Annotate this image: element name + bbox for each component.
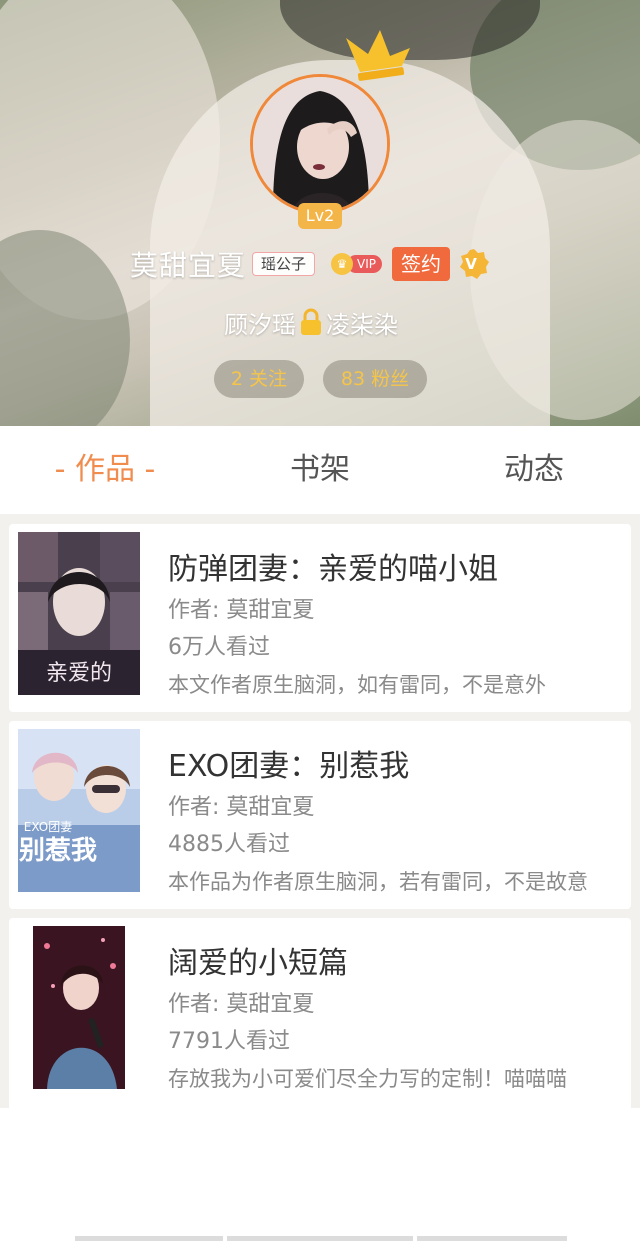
bottom-nav-segment[interactable] — [417, 1236, 567, 1241]
lock-icon — [301, 308, 321, 335]
book-cover-image: EXO团妻 别惹我 — [18, 729, 140, 892]
crown-icon — [346, 30, 410, 81]
book-views: 6万人看过 — [168, 635, 270, 660]
tab-works[interactable]: - 作品 - — [40, 450, 170, 490]
couple-right-name: 凌柒染 — [326, 310, 398, 339]
book-cover[interactable]: 亲爱的 — [18, 532, 140, 695]
svg-text:别惹我: 别惹我 — [18, 836, 97, 866]
avatar-image — [253, 77, 387, 211]
verified-v-icon[interactable]: V — [458, 248, 490, 280]
book-title: 防弹团妻：亲爱的喵小姐 — [168, 552, 498, 587]
fans-count-button[interactable]: 83 粉丝 — [323, 360, 427, 398]
book-title: EXO团妻：别惹我 — [168, 749, 410, 784]
list-item[interactable]: 阔爱的小短篇 作者: 莫甜宜夏 7791人看过 存放我为小可爱们尽全力写的定制！… — [9, 918, 631, 1108]
signed-badge[interactable]: 签约 — [392, 247, 451, 281]
book-cover[interactable]: EXO团妻 别惹我 — [18, 729, 140, 892]
svg-text:EXO团妻: EXO团妻 — [24, 820, 72, 834]
tab-bookshelf[interactable]: 书架 — [270, 450, 370, 490]
book-author: 作者: 莫甜宜夏 — [168, 992, 315, 1017]
following-count-button[interactable]: 2 关注 — [214, 360, 304, 398]
book-cover[interactable] — [33, 926, 125, 1089]
book-author: 作者: 莫甜宜夏 — [168, 598, 315, 623]
vip-badge[interactable]: ♛ VIP — [331, 253, 383, 275]
user-name: 莫甜宜夏 — [130, 249, 247, 282]
book-description: 存放我为小可爱们尽全力写的定制！喵喵喵 — [168, 1067, 567, 1091]
book-description: 本文作者原生脑洞，如有雷同，不是意外 — [168, 673, 546, 697]
book-views: 7791人看过 — [168, 1029, 290, 1054]
works-list: 亲爱的 防弹团妻：亲爱的喵小姐 作者: 莫甜宜夏 6万人看过 本文作者原生脑洞，… — [0, 514, 640, 1108]
bottom-nav-segment[interactable] — [75, 1236, 223, 1241]
level-badge: Lv2 — [298, 203, 342, 229]
vip-crown-icon: ♛ — [331, 253, 354, 275]
book-views: 4885人看过 — [168, 832, 290, 857]
svg-text:亲爱的: 亲爱的 — [46, 661, 112, 686]
name-row: 莫甜宜夏 瑶公子 ♛ VIP 签约 V — [130, 244, 490, 284]
list-item[interactable]: EXO团妻 别惹我 EXO团妻：别惹我 作者: 莫甜宜夏 4885人看过 本作品… — [9, 721, 631, 909]
profile-tabs: - 作品 - 书架 动态 — [0, 426, 640, 514]
book-title: 阔爱的小短篇 — [168, 946, 348, 981]
couple-left-name: 顾汐瑶 — [224, 310, 296, 339]
book-author: 作者: 莫甜宜夏 — [168, 795, 315, 820]
list-item[interactable]: 亲爱的 防弹团妻：亲爱的喵小姐 作者: 莫甜宜夏 6万人看过 本文作者原生脑洞，… — [9, 524, 631, 712]
tab-moments[interactable]: 动态 — [484, 450, 584, 490]
avatar[interactable] — [250, 74, 390, 214]
profile-page: Lv2 莫甜宜夏 瑶公子 ♛ VIP 签约 V 顾汐瑶 凌柒染 2 关注 83 … — [0, 0, 640, 1241]
book-cover-image: 亲爱的 — [18, 532, 140, 695]
book-cover-image — [33, 926, 125, 1089]
title-tag[interactable]: 瑶公子 — [252, 252, 316, 276]
profile-header: Lv2 莫甜宜夏 瑶公子 ♛ VIP 签约 V 顾汐瑶 凌柒染 2 关注 83 … — [0, 0, 640, 426]
couple-row[interactable]: 顾汐瑶 凌柒染 — [224, 305, 398, 339]
svg-text:V: V — [465, 255, 477, 273]
bottom-nav-segment[interactable] — [227, 1236, 413, 1241]
book-description: 本作品为作者原生脑洞，若有雷同，不是故意 — [168, 870, 588, 894]
